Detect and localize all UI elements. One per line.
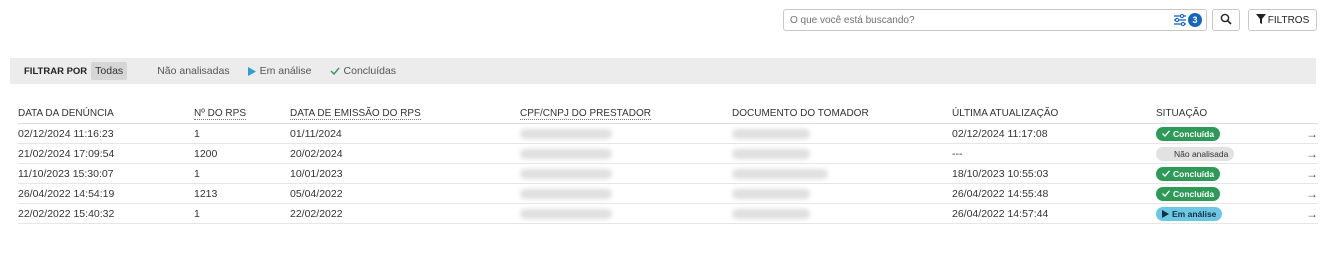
- filter-count-badge: 3: [1188, 13, 1202, 27]
- search-button[interactable]: [1212, 9, 1240, 31]
- filter-option-em-analise[interactable]: Em análise: [244, 62, 316, 80]
- cell-situacao: Em análise: [1156, 206, 1296, 221]
- arrow-right-icon[interactable]: →: [1296, 147, 1318, 161]
- table-row[interactable]: 22/02/2022 15:40:32 1 22/02/2022 26/04/2…: [18, 204, 1318, 224]
- table-row[interactable]: 26/04/2022 14:54:19 1213 05/04/2022 26/0…: [18, 184, 1318, 204]
- cell-data-emissao: 01/11/2024: [290, 127, 342, 140]
- cell-ultima-atualizacao: ---: [952, 147, 963, 160]
- table-row[interactable]: 11/10/2023 15:30:07 1 10/01/2023 18/10/2…: [18, 164, 1318, 184]
- search-input[interactable]: [784, 10, 1173, 30]
- status-badge: Não analisada: [1156, 146, 1235, 161]
- status-badge: Concluída: [1156, 186, 1221, 201]
- cell-data-denuncia: 26/04/2022 14:54:19: [18, 187, 115, 200]
- cell-documento-redacted: [732, 148, 952, 160]
- filter-option-label: Não analisadas: [157, 65, 230, 77]
- cell-situacao: Não analisada: [1156, 146, 1296, 161]
- cell-situacao: Concluída: [1156, 166, 1296, 181]
- cell-ultima-atualizacao: 26/04/2022 14:55:48: [952, 187, 1049, 200]
- denuncias-table: DATA DA DENÚNCIA Nº DO RPS DATA DE EMISS…: [18, 104, 1318, 224]
- arrow-right-icon[interactable]: →: [1296, 167, 1318, 181]
- arrow-right-icon[interactable]: →: [1296, 127, 1318, 141]
- filters-button-label: FILTROS: [1267, 14, 1310, 26]
- search-box[interactable]: 3: [783, 9, 1207, 31]
- cell-cpf-cnpj-redacted: [520, 168, 732, 180]
- cell-cpf-cnpj-redacted: [520, 148, 732, 160]
- filter-option-todas[interactable]: Todas: [91, 62, 128, 80]
- table-row[interactable]: 02/12/2024 11:16:23 1 01/11/2024 02/12/2…: [18, 124, 1318, 144]
- cell-data-denuncia: 11/10/2023 15:30:07: [18, 167, 114, 180]
- cell-data-denuncia: 21/02/2024 17:09:54: [18, 147, 115, 160]
- check-icon: [1162, 130, 1170, 137]
- cell-data-denuncia: 22/02/2022 15:40:32: [18, 207, 115, 220]
- check-icon: [330, 67, 340, 75]
- cell-data-emissao: 22/02/2022: [290, 207, 343, 220]
- cell-cpf-cnpj-redacted: [520, 208, 732, 220]
- header-data-denuncia[interactable]: DATA DA DENÚNCIA: [18, 108, 194, 119]
- filter-option-concluidas[interactable]: Concluídas: [326, 62, 401, 80]
- table-row[interactable]: 21/02/2024 17:09:54 1200 20/02/2024 --- …: [18, 144, 1318, 164]
- header-num-rps[interactable]: Nº DO RPS: [194, 108, 290, 120]
- cell-num-rps: 1213: [194, 187, 218, 200]
- status-badge: Em análise: [1156, 206, 1223, 221]
- funnel-icon: [1255, 13, 1268, 27]
- header-cpf-cnpj-prestador[interactable]: CPF/CNPJ DO PRESTADOR: [520, 108, 732, 120]
- filter-option-label: Concluídas: [343, 65, 397, 77]
- cell-num-rps: 1: [194, 167, 200, 180]
- cell-num-rps: 1200: [194, 147, 218, 160]
- arrow-right-icon[interactable]: →: [1296, 187, 1318, 201]
- filter-option-nao-analisadas[interactable]: Não analisadas: [153, 62, 233, 80]
- cell-num-rps: 1: [194, 127, 200, 140]
- cell-documento-redacted: [732, 208, 952, 220]
- header-documento-tomador[interactable]: DOCUMENTO DO TOMADOR: [732, 108, 952, 119]
- arrow-right-icon[interactable]: →: [1296, 207, 1318, 221]
- check-icon: [1162, 190, 1170, 197]
- cell-data-emissao: 20/02/2024: [290, 147, 343, 160]
- cell-documento-redacted: [732, 188, 952, 200]
- active-filters-toggle[interactable]: 3: [1173, 13, 1202, 27]
- cell-data-emissao: 05/04/2022: [290, 187, 343, 200]
- search-icon: [1220, 13, 1232, 28]
- header-ultima-atualizacao[interactable]: ÚLTIMA ATUALIZAÇÃO: [952, 108, 1156, 119]
- cell-num-rps: 1: [194, 207, 200, 220]
- table-header: DATA DA DENÚNCIA Nº DO RPS DATA DE EMISS…: [18, 104, 1318, 124]
- cell-ultima-atualizacao: 18/10/2023 10:55:03: [952, 167, 1049, 180]
- filters-button[interactable]: FILTROS: [1248, 9, 1317, 31]
- cell-documento-redacted: [732, 128, 952, 140]
- cell-cpf-cnpj-redacted: [520, 128, 732, 140]
- header-data-emissao[interactable]: DATA DE EMISSÃO DO RPS: [290, 108, 520, 120]
- cell-ultima-atualizacao: 26/04/2022 14:57:44: [952, 207, 1049, 220]
- status-badge: Concluída: [1156, 166, 1221, 181]
- cell-data-emissao: 10/01/2023: [290, 167, 343, 180]
- play-icon: [247, 66, 256, 76]
- filter-by-label: FILTRAR POR: [24, 65, 88, 77]
- cell-situacao: Concluída: [1156, 186, 1296, 201]
- cell-ultima-atualizacao: 02/12/2024 11:17:08: [952, 127, 1048, 140]
- header-situacao[interactable]: SITUAÇÃO: [1156, 108, 1296, 119]
- cell-cpf-cnpj-redacted: [520, 188, 732, 200]
- cell-documento-redacted: [732, 168, 952, 180]
- filter-option-label: Em análise: [259, 65, 312, 77]
- filter-bar: FILTRAR POR Todas Não analisadas Em anál…: [10, 58, 1316, 84]
- cell-data-denuncia: 02/12/2024 11:16:23: [18, 127, 114, 140]
- check-icon: [1162, 170, 1170, 177]
- play-icon: [1162, 209, 1169, 218]
- sliders-icon: [1173, 14, 1187, 26]
- cell-situacao: Concluída: [1156, 126, 1296, 141]
- status-badge: Concluída: [1156, 126, 1221, 141]
